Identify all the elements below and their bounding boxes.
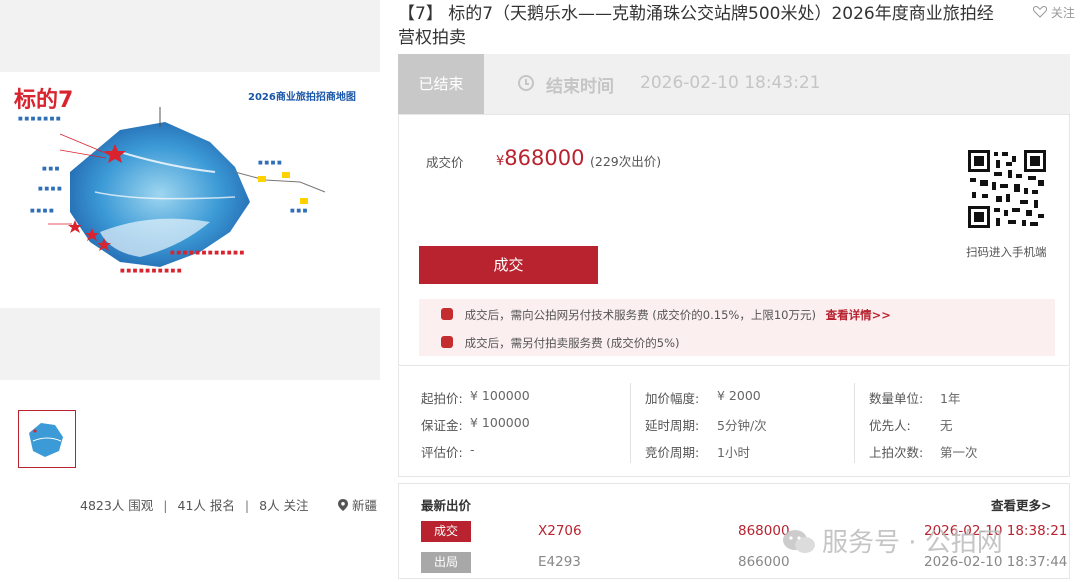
notice-text: 成交后，需另付拍卖服务费 (成交价的5%) [464, 336, 680, 350]
money-bag-icon [441, 308, 453, 320]
bid-period-value: 1小时 [717, 445, 750, 460]
fee-notice: 成交后，需向公拍网另付技术服务费 (成交价的0.15%，上限10万元) 查看详情… [419, 299, 1055, 356]
end-time-label: 结束时间 [546, 77, 614, 97]
bid-status-badge: 成交 [421, 521, 471, 542]
status-ended-badge: 已结束 [398, 54, 484, 114]
svg-text:■ ■ ■ ■: ■ ■ ■ ■ [38, 186, 62, 192]
latest-bids-title: 最新出价 [421, 498, 472, 513]
money-bag-icon [441, 336, 453, 348]
views-count: 4823人 围观 [80, 498, 154, 513]
param-label: 加价幅度: [645, 391, 700, 406]
increment-value: ¥ 2000 [717, 388, 761, 403]
end-time-value: 2026-02-10 18:43:21 [640, 73, 821, 93]
listing-count-value: 第一次 [940, 445, 978, 460]
clock-icon [518, 75, 534, 91]
watermark: 服务号 · 公拍网 [782, 522, 1003, 559]
location-pin-icon [338, 499, 348, 511]
notice-row: 成交后，需向公拍网另付技术服务费 (成交价的0.15%，上限10万元) 查看详情… [441, 307, 891, 323]
thumbnail-image [19, 411, 75, 467]
follow-button[interactable]: 关注 [1032, 4, 1075, 21]
signups-count: 41人 报名 [177, 498, 235, 513]
stats-separator: | [244, 498, 250, 513]
map-lot-label: 标的7 [14, 88, 74, 113]
svg-text:■ ■ ■ ■ ■ ■ ■ ■ ■ ■: ■ ■ ■ ■ ■ ■ ■ ■ ■ ■ [120, 268, 182, 274]
bidder-id: E4293 [538, 554, 581, 570]
lot-title: 【7】 标的7（天鹅乐水——克勒涌珠公交站牌500米处）2026年度商业旅拍经营… [398, 4, 994, 48]
svg-text:■ ■ ■ ■: ■ ■ ■ ■ [258, 160, 282, 166]
wechat-icon [783, 530, 815, 553]
svg-text:■ ■ ■ ■ ■ ■ ■ ■ ■ ■ ■ ■: ■ ■ ■ ■ ■ ■ ■ ■ ■ ■ ■ ■ [170, 250, 244, 256]
deal-price: ¥868000 [496, 146, 584, 170]
param-label: 优先人: [869, 418, 911, 433]
param-label: 保证金: [421, 418, 463, 433]
location-text: 新疆 [352, 498, 378, 513]
qr-code [968, 150, 1046, 228]
qr-code-icon [968, 150, 1046, 228]
notice-row: 成交后，需另付拍卖服务费 (成交价的5%) [441, 335, 680, 351]
watermark-text: 服务号 · 公拍网 [822, 528, 1003, 558]
deal-button[interactable]: 成交 [419, 246, 598, 284]
map-caption: 2026商业旅拍招商地图 [248, 92, 356, 103]
svg-text:■ ■ ■ ■: ■ ■ ■ ■ [30, 208, 54, 214]
param-label: 延时周期: [645, 418, 700, 433]
param-label: 竞价周期: [645, 445, 700, 460]
bid-status-badge: 出局 [421, 552, 471, 573]
param-label: 数量单位: [869, 391, 924, 406]
view-more-link[interactable]: 查看更多> [991, 495, 1051, 514]
unit-value: 1年 [940, 391, 961, 406]
priority-value: 无 [940, 418, 953, 433]
param-label: 评估价: [421, 445, 463, 460]
bidder-id: X2706 [538, 523, 582, 539]
param-divider [630, 383, 631, 463]
svg-text:■ ■ ■: ■ ■ ■ [42, 166, 60, 172]
location: 新疆 [338, 495, 377, 514]
appraisal-value: - [470, 442, 475, 457]
lot-stats: 4823人 围观 | 41人 报名 | 8人 关注 [80, 495, 309, 514]
deal-price-value: 868000 [504, 146, 585, 170]
thumbnail-1[interactable] [18, 410, 76, 468]
stats-separator: | [163, 498, 168, 513]
notice-text: 成交后，需向公拍网另付技术服务费 (成交价的0.15%，上限10万元) [464, 308, 816, 322]
svg-text:■ ■ ■: ■ ■ ■ [290, 208, 308, 214]
view-details-link[interactable]: 查看详情>> [826, 308, 891, 322]
param-label: 起拍价: [421, 391, 463, 406]
param-label: 上拍次数: [869, 445, 924, 460]
heart-icon [1032, 6, 1048, 18]
delay-period-value: 5分钟/次 [717, 418, 767, 433]
deposit-value: ¥ 100000 [470, 415, 530, 430]
deal-price-label: 成交价 [426, 155, 464, 170]
svg-text:■ ■ ■ ■ ■ ■ ■: ■ ■ ■ ■ ■ ■ ■ [18, 116, 61, 122]
followers-count: 8人 关注 [259, 498, 309, 513]
start-price-value: ¥ 100000 [470, 388, 530, 403]
param-divider [854, 383, 855, 463]
qr-caption: 扫码进入手机端 [966, 245, 1047, 259]
follow-label: 关注 [1050, 6, 1075, 20]
bid-count: (229次出价) [590, 154, 662, 169]
